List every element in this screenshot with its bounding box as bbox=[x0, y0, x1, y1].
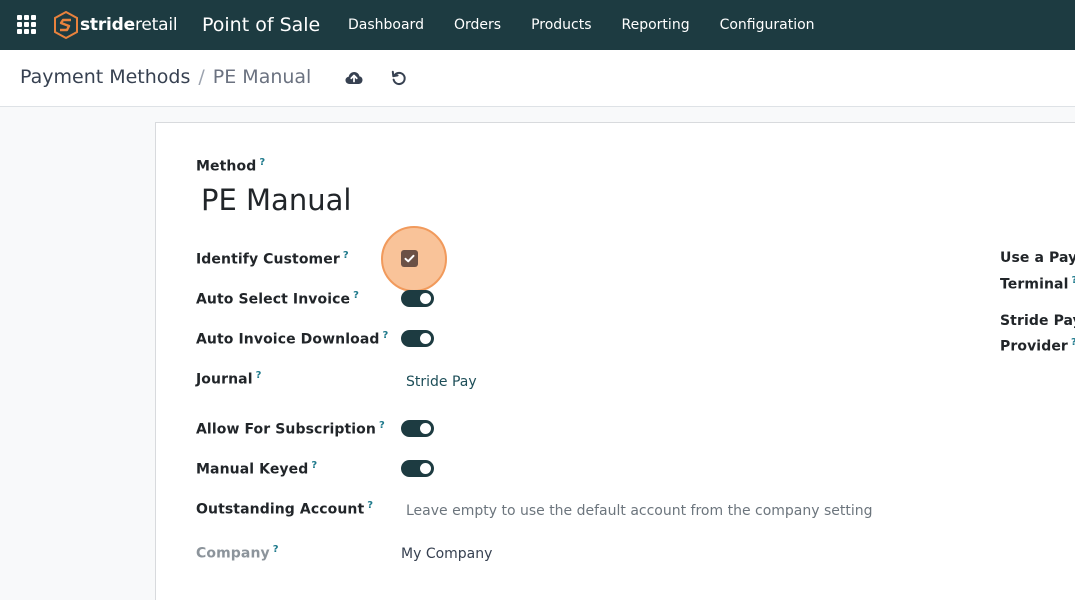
menu-products[interactable]: Products bbox=[531, 17, 591, 33]
provider-label-line1: Stride Payr bbox=[1000, 313, 1075, 329]
app-title[interactable]: Point of Sale bbox=[202, 14, 320, 36]
help-icon[interactable]: ? bbox=[273, 544, 279, 555]
method-name-field[interactable]: PE Manual bbox=[201, 183, 351, 217]
outstanding-account-label: Outstanding Account? bbox=[196, 500, 374, 518]
menu-configuration[interactable]: Configuration bbox=[720, 17, 815, 33]
allow-for-subscription-toggle[interactable] bbox=[401, 420, 434, 437]
cloud-save-icon[interactable] bbox=[345, 71, 363, 85]
manual-keyed-toggle[interactable] bbox=[401, 460, 434, 477]
menu-dashboard[interactable]: Dashboard bbox=[348, 17, 424, 33]
help-icon[interactable]: ? bbox=[1072, 275, 1075, 286]
menu-orders[interactable]: Orders bbox=[454, 17, 501, 33]
auto-select-invoice-label: Auto Select Invoice? bbox=[196, 290, 360, 308]
allow-for-subscription-label: Allow For Subscription? bbox=[196, 420, 385, 438]
help-icon[interactable]: ? bbox=[383, 330, 389, 341]
provider-label-line2: Provider? bbox=[1000, 337, 1075, 355]
breadcrumb-separator: / bbox=[198, 66, 205, 88]
breadcrumb-parent[interactable]: Payment Methods bbox=[20, 66, 190, 88]
journal-label: Journal? bbox=[196, 370, 262, 388]
payment-terminal-label-line2: Terminal? bbox=[1000, 275, 1075, 293]
help-icon[interactable]: ? bbox=[259, 157, 265, 168]
apps-menu-icon[interactable] bbox=[17, 15, 38, 34]
help-icon[interactable]: ? bbox=[379, 420, 385, 431]
company-field[interactable]: My Company bbox=[401, 546, 492, 562]
help-icon[interactable]: ? bbox=[353, 290, 359, 301]
payment-terminal-label-line1: Use a Payr bbox=[1000, 250, 1075, 266]
help-icon[interactable]: ? bbox=[311, 460, 317, 471]
company-label: Company? bbox=[196, 544, 279, 562]
identify-customer-label: Identify Customer? bbox=[196, 250, 349, 268]
auto-invoice-download-label: Auto Invoice Download? bbox=[196, 330, 389, 348]
discard-changes-icon[interactable] bbox=[391, 70, 407, 86]
auto-select-invoice-toggle[interactable] bbox=[401, 290, 434, 307]
stride-logo-icon bbox=[54, 11, 78, 39]
control-panel: Payment Methods / PE Manual bbox=[0, 50, 1075, 107]
check-icon bbox=[404, 254, 415, 263]
breadcrumb: Payment Methods / PE Manual bbox=[20, 66, 311, 88]
auto-invoice-download-toggle[interactable] bbox=[401, 330, 434, 347]
identify-customer-checkbox[interactable] bbox=[401, 250, 418, 267]
brand-name: strideretail bbox=[80, 15, 178, 35]
journal-field[interactable]: Stride Pay bbox=[406, 374, 477, 390]
help-icon[interactable]: ? bbox=[343, 250, 349, 261]
main-menu: Dashboard Orders Products Reporting Conf… bbox=[348, 17, 845, 33]
menu-reporting[interactable]: Reporting bbox=[622, 17, 690, 33]
method-label: Method? bbox=[196, 157, 266, 175]
breadcrumb-current: PE Manual bbox=[212, 66, 312, 88]
help-icon[interactable]: ? bbox=[256, 370, 262, 381]
outstanding-account-input[interactable]: Leave empty to use the default account f… bbox=[406, 503, 873, 519]
help-icon[interactable]: ? bbox=[1071, 337, 1075, 348]
brand-logo[interactable]: strideretail bbox=[54, 10, 178, 40]
help-icon[interactable]: ? bbox=[367, 500, 373, 511]
manual-keyed-label: Manual Keyed? bbox=[196, 460, 318, 478]
top-navbar: strideretail Point of Sale Dashboard Ord… bbox=[0, 0, 1075, 50]
